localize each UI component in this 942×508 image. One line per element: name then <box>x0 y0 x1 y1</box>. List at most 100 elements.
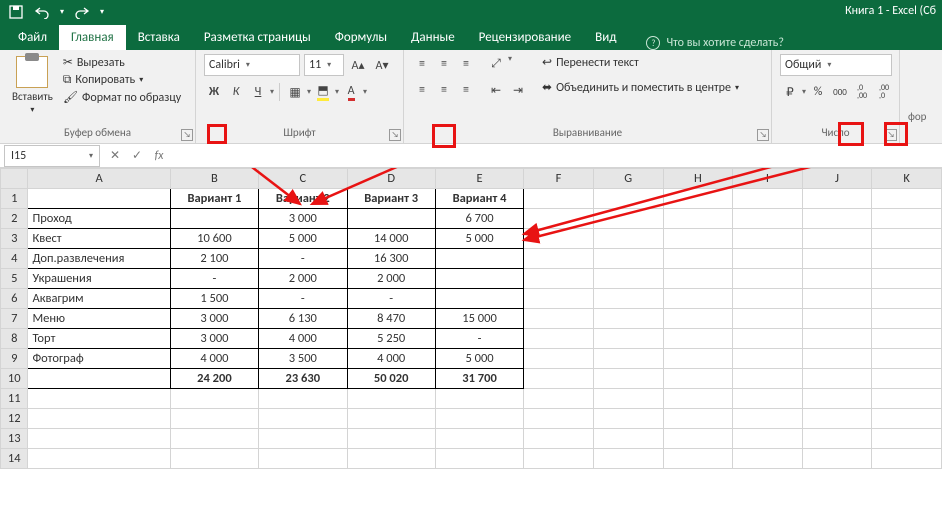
col-header[interactable]: C <box>259 169 347 189</box>
tab-insert[interactable]: Вставка <box>126 25 192 50</box>
cell[interactable] <box>524 409 594 429</box>
cell[interactable] <box>663 329 733 349</box>
cell[interactable] <box>170 209 258 229</box>
cell[interactable] <box>435 409 523 429</box>
cell[interactable] <box>524 309 594 329</box>
cell[interactable]: Вариант 4 <box>435 189 523 209</box>
cell[interactable] <box>872 209 942 229</box>
align-top-icon[interactable]: ≡ <box>412 54 432 74</box>
cell[interactable] <box>663 229 733 249</box>
cell[interactable] <box>802 269 872 289</box>
qat-customize-icon[interactable]: ▾ <box>100 7 104 17</box>
col-header[interactable]: J <box>802 169 872 189</box>
font-color-button[interactable]: A <box>341 82 361 102</box>
cell[interactable] <box>259 449 347 469</box>
cell[interactable] <box>524 349 594 369</box>
cell[interactable] <box>802 209 872 229</box>
cell[interactable] <box>872 189 942 209</box>
cell[interactable] <box>524 429 594 449</box>
cell[interactable]: - <box>259 249 347 269</box>
cell[interactable]: 10 600 <box>170 229 258 249</box>
cell[interactable] <box>593 229 663 249</box>
cell[interactable] <box>733 449 803 469</box>
tab-view[interactable]: Вид <box>583 25 628 50</box>
cell[interactable] <box>524 189 594 209</box>
cell[interactable] <box>733 229 803 249</box>
cell[interactable]: 24 200 <box>170 369 258 389</box>
cell[interactable] <box>663 209 733 229</box>
row-header[interactable]: 7 <box>1 309 28 329</box>
cell[interactable]: Украшения <box>28 269 170 289</box>
worksheet-grid[interactable]: A B C D E F G H I J K 1Вариант 1Вариант … <box>0 168 942 469</box>
percent-format-icon[interactable]: % <box>808 82 828 102</box>
accounting-format-icon[interactable]: ₽ <box>780 82 800 102</box>
cell[interactable] <box>28 449 170 469</box>
cell[interactable] <box>663 189 733 209</box>
cell[interactable] <box>802 309 872 329</box>
cell[interactable] <box>872 289 942 309</box>
cell[interactable] <box>733 249 803 269</box>
cell[interactable] <box>872 229 942 249</box>
cell[interactable] <box>524 269 594 289</box>
paste-button[interactable]: Вставить ▾ <box>8 54 57 117</box>
number-dialog-launcher[interactable]: ↘ <box>885 129 897 141</box>
comma-style-icon[interactable]: 000 <box>830 82 850 102</box>
cell[interactable] <box>663 249 733 269</box>
cell[interactable] <box>733 369 803 389</box>
cell[interactable] <box>802 449 872 469</box>
cell[interactable] <box>593 429 663 449</box>
cell[interactable]: 8 470 <box>347 309 435 329</box>
fill-color-button[interactable]: ⬒ <box>313 82 333 102</box>
cell[interactable] <box>872 389 942 409</box>
cell[interactable]: 5 250 <box>347 329 435 349</box>
row-header[interactable]: 2 <box>1 209 28 229</box>
col-header[interactable]: F <box>524 169 594 189</box>
cell[interactable] <box>347 209 435 229</box>
cell[interactable] <box>733 349 803 369</box>
redo-icon[interactable] <box>74 4 90 20</box>
decrease-decimal-icon[interactable]: ,00,0 <box>874 82 894 102</box>
cell[interactable] <box>593 309 663 329</box>
cell[interactable] <box>28 389 170 409</box>
alignment-dialog-launcher[interactable]: ↘ <box>757 129 769 141</box>
cell[interactable] <box>663 429 733 449</box>
cell[interactable] <box>435 429 523 449</box>
cell[interactable] <box>593 289 663 309</box>
cell[interactable]: 14 000 <box>347 229 435 249</box>
row-header[interactable]: 10 <box>1 369 28 389</box>
cell[interactable] <box>663 269 733 289</box>
cell[interactable]: Квест <box>28 229 170 249</box>
increase-font-icon[interactable]: A▴ <box>348 55 368 75</box>
merge-center-button[interactable]: ⬌ Объединить и поместить в центре ▾ <box>542 79 739 96</box>
cell[interactable] <box>733 309 803 329</box>
row-header[interactable]: 14 <box>1 449 28 469</box>
cell[interactable] <box>593 269 663 289</box>
cell[interactable] <box>733 389 803 409</box>
cell[interactable] <box>733 189 803 209</box>
cell[interactable]: 16 300 <box>347 249 435 269</box>
cell[interactable] <box>170 409 258 429</box>
cell[interactable] <box>593 389 663 409</box>
tell-me-search[interactable]: ? Что вы хотите сделать? <box>646 36 783 50</box>
cell[interactable] <box>663 349 733 369</box>
cell[interactable] <box>347 409 435 429</box>
cell[interactable] <box>802 369 872 389</box>
row-header[interactable]: 5 <box>1 269 28 289</box>
row-header[interactable]: 6 <box>1 289 28 309</box>
cell[interactable] <box>347 429 435 449</box>
cell[interactable] <box>593 189 663 209</box>
cell[interactable] <box>872 269 942 289</box>
cell[interactable] <box>524 209 594 229</box>
cell[interactable] <box>733 289 803 309</box>
cell[interactable] <box>593 349 663 369</box>
bold-button[interactable]: Ж <box>204 82 224 102</box>
cell[interactable] <box>733 329 803 349</box>
cell[interactable] <box>347 449 435 469</box>
cancel-formula-icon[interactable]: ✕ <box>104 145 126 167</box>
cell[interactable] <box>802 289 872 309</box>
cell[interactable] <box>593 369 663 389</box>
cell[interactable] <box>872 409 942 429</box>
increase-indent-icon[interactable]: ⇥ <box>508 80 528 100</box>
col-header[interactable]: K <box>872 169 942 189</box>
formula-input[interactable] <box>170 145 942 167</box>
